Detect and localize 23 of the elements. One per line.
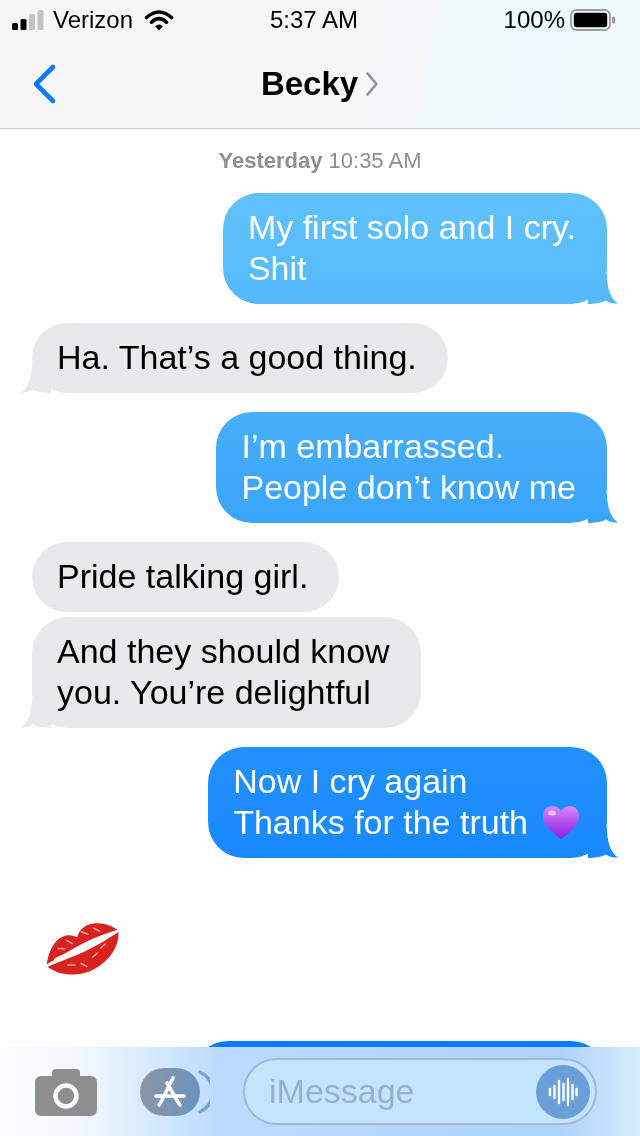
- chevron-left-icon: [31, 63, 57, 105]
- chevron-right-icon: [365, 71, 380, 97]
- camera-icon: [35, 1067, 97, 1116]
- timestamp: Yesterday 10:35 AM: [218, 147, 422, 175]
- apps-button[interactable]: [140, 1066, 210, 1117]
- back-button[interactable]: [31, 63, 57, 105]
- battery-icon: [570, 9, 616, 31]
- message-text: Pride talking girl.: [57, 556, 309, 597]
- signal-icon: [12, 10, 44, 30]
- message-text: My first solo and I cry. Shit: [247, 207, 576, 289]
- contact-name-button[interactable]: Becky: [260, 64, 380, 104]
- message-text: Ha. That’s a good thing.: [57, 337, 417, 378]
- waveform-icon: [548, 1078, 578, 1106]
- heart-icon: [542, 805, 580, 840]
- carrier-name: Verizon: [53, 6, 134, 34]
- message-text: And they should know you. You’re delightful: [57, 631, 390, 713]
- battery-percent: 100%: [503, 6, 565, 34]
- wifi-icon: [144, 9, 175, 31]
- message-text: I’m embarrassed. People don’t know me: [241, 426, 576, 508]
- status-time: 5:37 AM: [269, 6, 359, 34]
- message-text: Now I cry again Thanks for the truth: [233, 761, 528, 843]
- apps-icon: [140, 1066, 210, 1117]
- camera-button[interactable]: [35, 1067, 97, 1116]
